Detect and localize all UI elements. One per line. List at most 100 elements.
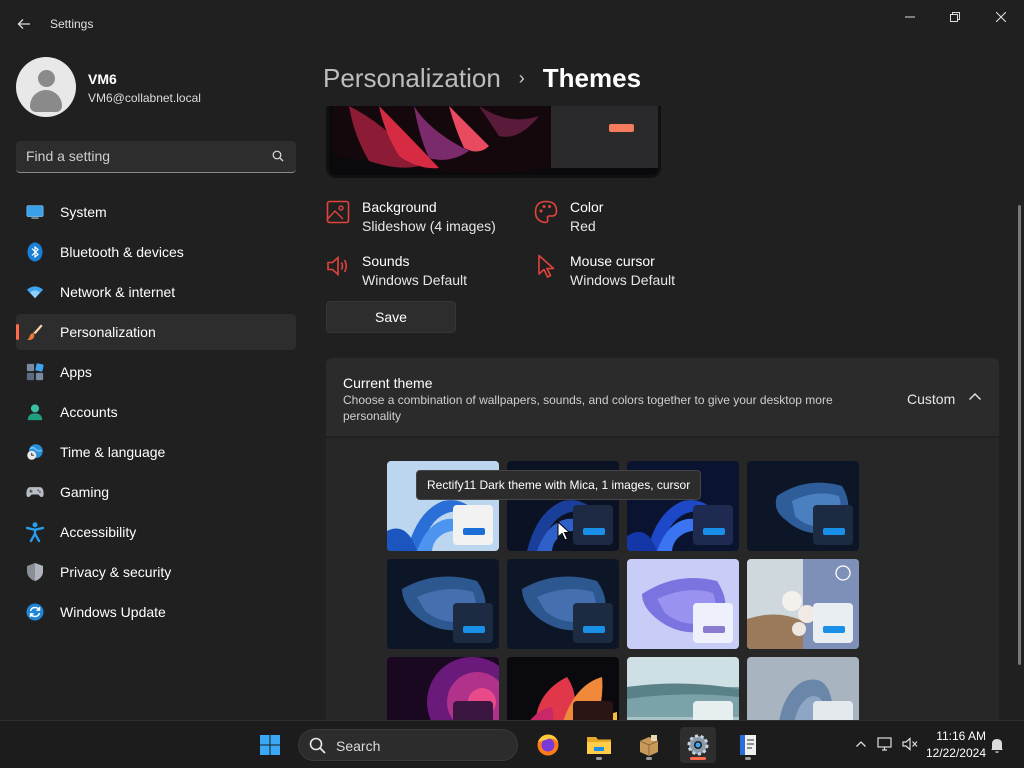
apps-icon <box>26 363 44 381</box>
save-button[interactable]: Save <box>326 301 456 333</box>
theme-tile-captured-motion[interactable] <box>387 657 499 720</box>
search-input[interactable] <box>26 141 266 171</box>
sidebar-item-label: Bluetooth & devices <box>60 244 184 260</box>
sidebar-item-accessibility[interactable]: Accessibility <box>16 514 296 550</box>
color-title: Color <box>570 199 604 215</box>
sidebar-item-privacy-security[interactable]: Privacy & security <box>16 554 296 590</box>
network-wired-icon[interactable] <box>877 737 893 751</box>
current-theme-title: Current theme <box>343 375 433 391</box>
back-arrow-icon[interactable] <box>10 10 38 38</box>
user-profile[interactable]: VM6 VM6@collabnet.local <box>16 57 296 117</box>
start-icon[interactable] <box>252 727 288 763</box>
scrollbar[interactable] <box>1018 205 1021 665</box>
gamepad-icon <box>26 483 44 501</box>
palette-icon <box>534 200 558 224</box>
theme-tile-flow[interactable] <box>507 657 619 720</box>
sidebar-item-personalization[interactable]: Personalization <box>16 314 296 350</box>
theme-tile-flowers[interactable] <box>747 559 859 649</box>
cursor-value: Windows Default <box>570 272 676 288</box>
sidebar-item-label: Accounts <box>60 404 118 420</box>
search-icon[interactable] <box>272 150 284 162</box>
sounds-value: Windows Default <box>362 272 468 288</box>
sidebar-item-label: Accessibility <box>60 524 137 540</box>
volume-muted-icon[interactable] <box>902 737 918 751</box>
notification-bell-icon[interactable] <box>990 737 1004 753</box>
update-icon <box>26 603 44 621</box>
tray-date[interactable]: 12/22/2024 <box>922 746 986 760</box>
title-bar: Settings <box>0 0 1024 48</box>
theme-preview-image <box>326 106 661 178</box>
book-icon[interactable] <box>730 727 766 763</box>
sidebar-item-network[interactable]: Network & internet <box>16 274 296 310</box>
current-theme-card[interactable]: Current theme Choose a combination of wa… <box>326 358 999 436</box>
background-title: Background <box>362 199 437 215</box>
profile-email: VM6@collabnet.local <box>88 91 201 105</box>
system-icon <box>26 203 44 221</box>
sidebar-item-gaming[interactable]: Gaming <box>16 474 296 510</box>
sounds-title: Sounds <box>362 253 410 269</box>
sidebar-item-bluetooth[interactable]: Bluetooth & devices <box>16 234 296 270</box>
breadcrumb-parent[interactable]: Personalization <box>323 63 501 94</box>
sidebar-item-label: Apps <box>60 364 92 380</box>
theme-tile-glow-dark[interactable] <box>747 461 859 551</box>
sidebar-item-apps[interactable]: Apps <box>16 354 296 390</box>
sidebar-item-system[interactable]: System <box>16 194 296 230</box>
bluetooth-icon <box>26 242 44 262</box>
color-value: Red <box>570 218 596 234</box>
theme-tile-glow-dark-2[interactable] <box>387 559 499 649</box>
image-icon <box>326 200 350 224</box>
sidebar-item-label: Privacy & security <box>60 564 172 580</box>
taskbar-search-label: Search <box>336 738 381 754</box>
speaker-icon <box>327 255 348 277</box>
sounds-property[interactable]: Sounds Windows Default <box>326 252 526 292</box>
background-value: Slideshow (4 images) <box>362 218 496 234</box>
sidebar-item-label: Network & internet <box>60 284 176 300</box>
restore-icon[interactable] <box>932 6 978 28</box>
sidebar-item-accounts[interactable]: Accounts <box>16 394 296 430</box>
avatar <box>16 57 76 117</box>
accounts-icon <box>26 403 44 421</box>
current-theme-description: Choose a combination of wallpapers, soun… <box>343 393 833 423</box>
sidebar-item-label: Personalization <box>60 324 156 340</box>
taskbar: Search 11:16 AM 12/22/2024 <box>0 720 1024 768</box>
breadcrumb: Personalization › Themes <box>323 58 641 98</box>
sidebar-nav: System Bluetooth & devices Network & int… <box>16 194 296 634</box>
taskbar-search[interactable]: Search <box>298 729 518 761</box>
file-explorer-icon[interactable] <box>581 727 617 763</box>
theme-tile-sunrise[interactable] <box>627 657 739 720</box>
minimize-icon[interactable] <box>887 6 933 28</box>
settings-search[interactable] <box>16 141 296 173</box>
tray-time[interactable]: 11:16 AM <box>926 729 986 743</box>
cursor-title: Mouse cursor <box>570 253 655 269</box>
color-property[interactable]: Color Red <box>534 198 734 238</box>
sidebar-item-label: Time & language <box>60 444 166 460</box>
sidebar-item-windows-update[interactable]: Windows Update <box>16 594 296 630</box>
current-theme-value: Custom <box>907 391 956 407</box>
accessibility-icon <box>26 522 44 543</box>
cursor-icon <box>538 254 555 278</box>
globe-clock-icon <box>26 443 44 461</box>
wifi-icon <box>26 283 44 301</box>
tray-overflow-chevron-icon[interactable] <box>855 739 867 749</box>
search-icon <box>309 737 326 754</box>
theme-tile-glow-dark-3[interactable] <box>507 559 619 649</box>
profile-name: VM6 <box>88 71 117 87</box>
theme-tile-glow-light[interactable] <box>627 559 739 649</box>
app-title: Settings <box>50 17 94 31</box>
firefox-icon[interactable] <box>530 727 566 763</box>
shield-icon <box>26 563 44 581</box>
page-title: Themes <box>542 62 642 93</box>
sidebar-item-label: Windows Update <box>60 604 166 620</box>
settings-icon[interactable] <box>680 727 716 763</box>
theme-tile-sculpture[interactable] <box>747 657 859 720</box>
sidebar-item-time-language[interactable]: Time & language <box>16 434 296 470</box>
background-property[interactable]: Background Slideshow (4 images) <box>326 198 526 238</box>
theme-tooltip: Rectify11 Dark theme with Mica, 1 images… <box>416 470 702 500</box>
package-icon[interactable] <box>631 727 667 763</box>
breadcrumb-separator: › <box>518 67 525 88</box>
sidebar-item-label: System <box>60 204 107 220</box>
sidebar-item-label: Gaming <box>60 484 110 500</box>
mouse-cursor-property[interactable]: Mouse cursor Windows Default <box>534 252 734 292</box>
close-icon[interactable] <box>978 6 1024 28</box>
chevron-up-icon[interactable] <box>966 388 984 406</box>
